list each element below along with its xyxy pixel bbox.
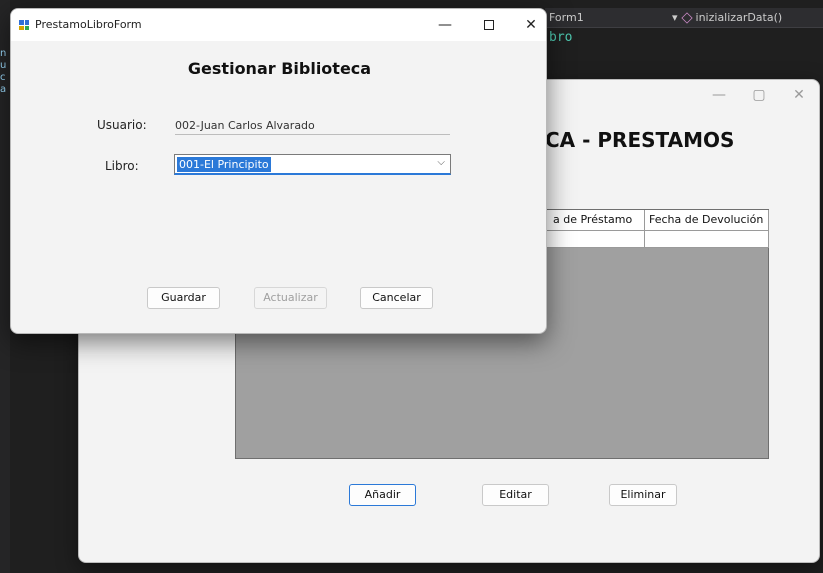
dialog-maximize-button[interactable]	[471, 15, 507, 35]
dialog-window-title: PrestamoLibroForm	[35, 18, 142, 31]
dialog-titlebar[interactable]: PrestamoLibroForm — ✕	[11, 9, 546, 41]
update-button[interactable]: Actualizar	[254, 287, 327, 309]
chevron-down-icon: ▾	[672, 11, 678, 24]
add-button[interactable]: Añadir	[349, 484, 416, 506]
dialog-close-button[interactable]: ✕	[513, 15, 546, 35]
prestamo-libro-dialog: PrestamoLibroForm — ✕ Gestionar Bibliote…	[10, 8, 547, 334]
user-label: Usuario:	[97, 118, 147, 132]
form1-close-button[interactable]: ✕	[784, 85, 814, 105]
maximize-icon	[484, 20, 494, 30]
form1-minimize-button[interactable]: —	[704, 85, 734, 105]
chevron-down-icon[interactable]: ⌵	[437, 157, 445, 168]
grid-cell	[645, 231, 769, 248]
form1-title: CA - PRESTAMOS	[545, 128, 735, 152]
grid-header-return-date[interactable]: Fecha de Devolución	[645, 210, 769, 231]
grid-cell	[549, 231, 645, 248]
book-label: Libro:	[105, 159, 139, 173]
cancel-button[interactable]: Cancelar	[360, 287, 433, 309]
method-icon	[680, 11, 693, 24]
ide-class-combo[interactable]: Form1	[549, 11, 584, 24]
delete-button[interactable]: Eliminar	[609, 484, 677, 506]
dialog-heading: Gestionar Biblioteca	[187, 59, 372, 78]
user-field: 002-Juan Carlos Alvarado	[175, 117, 450, 135]
edit-button[interactable]: Editar	[482, 484, 549, 506]
dialog-minimize-button[interactable]: —	[427, 15, 463, 35]
ide-member-combo[interactable]: ▾ inizializarData()	[672, 11, 782, 24]
ide-member-label: inizializarData()	[695, 11, 783, 24]
grid-header-loan-date[interactable]: a de Préstamo	[549, 210, 645, 231]
book-combobox[interactable]: 001-El Principito ⌵	[174, 154, 451, 175]
save-button[interactable]: Guardar	[147, 287, 220, 309]
ide-code-fragment: bro	[549, 30, 573, 45]
ide-left-fragment: n u c a	[0, 48, 7, 95]
app-icon	[19, 20, 29, 30]
book-combobox-value: 001-El Principito	[177, 157, 271, 172]
form1-maximize-button[interactable]: ▢	[744, 85, 774, 105]
